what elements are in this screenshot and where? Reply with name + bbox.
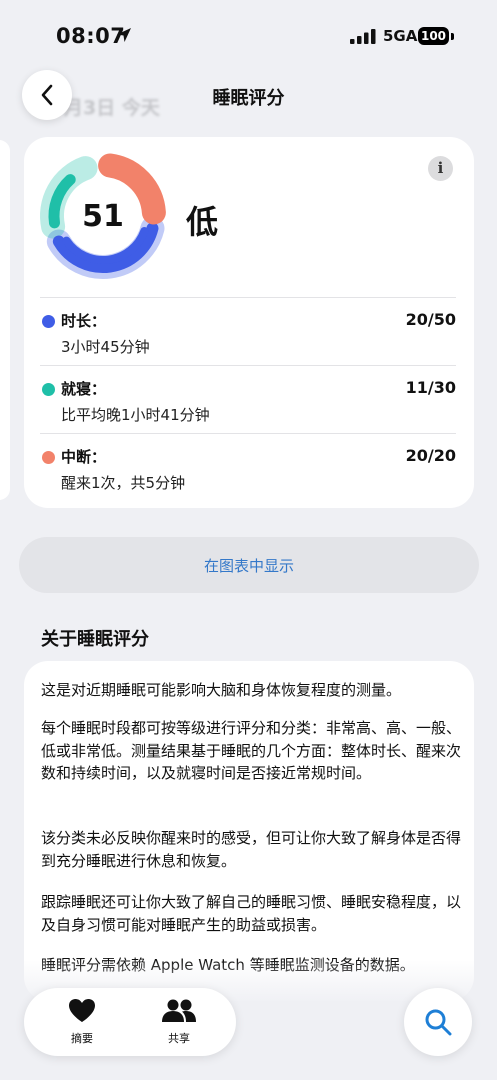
show-in-chart-label: 在图表中显示 — [203, 556, 294, 575]
people-icon — [162, 999, 196, 1022]
status-bar: 08:07 5GA 100 — [0, 0, 497, 70]
battery-icon: 100 — [418, 27, 449, 45]
tab-summary[interactable]: 摘要 — [47, 998, 117, 1046]
score-value: 51 — [82, 198, 124, 234]
search-icon — [425, 1009, 452, 1036]
about-paragraph: 跟踪睡眠还可让你大致了解自己的睡眠习惯、睡眠安稳程度，以及自身习惯可能对睡眠产生… — [41, 893, 462, 934]
cellular-signal-icon — [350, 29, 376, 44]
status-time: 08:07 — [56, 24, 126, 48]
metric-name: 就寝： — [61, 380, 107, 398]
about-section-title: 关于睡眠评分 — [41, 629, 149, 650]
about-card: 这是对近期睡眠可能影响大脑和身体恢复程度的测量。 每个睡眠时段都可按等级进行评分… — [24, 661, 474, 1001]
search-button[interactable] — [404, 988, 472, 1056]
metric-detail: 3小时45分钟 — [61, 338, 150, 356]
bedtime-dot — [42, 383, 55, 396]
tab-sharing-label: 共享 — [168, 1032, 190, 1045]
date-header-blurred: 月3日 今天 — [64, 97, 160, 119]
about-paragraph: 该分类未必反映你醒来时的感受，但可让你大致了解身体是否得到充分睡眠进行休息和恢复… — [41, 829, 462, 870]
back-button[interactable] — [22, 70, 72, 120]
metric-duration: 时长： 20/50 3小时45分钟 — [40, 297, 456, 366]
sleep-score-card: 51 低 i 时长： 20/50 3小时45分钟 就寝： 11/30 比平均晚1… — [24, 137, 474, 508]
score-level: 低 — [186, 203, 219, 241]
tab-bar: 摘要 共享 — [24, 988, 236, 1056]
metric-score: 11/30 — [405, 378, 456, 397]
chevron-left-icon — [41, 84, 53, 106]
battery-tip — [451, 33, 454, 40]
about-paragraph: 每个睡眠时段都可按等级进行评分和分类：非常高、高、一般、低或非常低。测量结果基于… — [41, 719, 462, 782]
metric-score: 20/20 — [405, 446, 456, 465]
about-paragraph: 这是对近期睡眠可能影响大脑和身体恢复程度的测量。 — [41, 681, 402, 699]
info-icon[interactable]: i — [428, 156, 453, 181]
duration-dot — [42, 315, 55, 328]
metric-detail: 醒来1次，共5分钟 — [61, 474, 186, 492]
metric-bedtime: 就寝： 11/30 比平均晚1小时41分钟 — [40, 365, 456, 434]
show-in-chart-button[interactable]: 在图表中显示 — [19, 537, 479, 593]
metric-detail: 比平均晚1小时41分钟 — [61, 406, 210, 424]
interruptions-dot — [42, 451, 55, 464]
network-type: 5GA — [383, 27, 418, 45]
metric-name: 时长： — [61, 312, 107, 330]
metric-name: 中断： — [61, 448, 107, 466]
metric-score: 20/50 — [405, 310, 456, 329]
previous-card-peek[interactable] — [0, 140, 10, 500]
heart-icon — [69, 999, 95, 1022]
location-arrow-icon — [117, 28, 131, 42]
tab-sharing[interactable]: 共享 — [144, 998, 214, 1046]
metric-interruptions: 中断： 20/20 醒来1次，共5分钟 — [40, 433, 456, 502]
tab-summary-label: 摘要 — [71, 1032, 93, 1045]
